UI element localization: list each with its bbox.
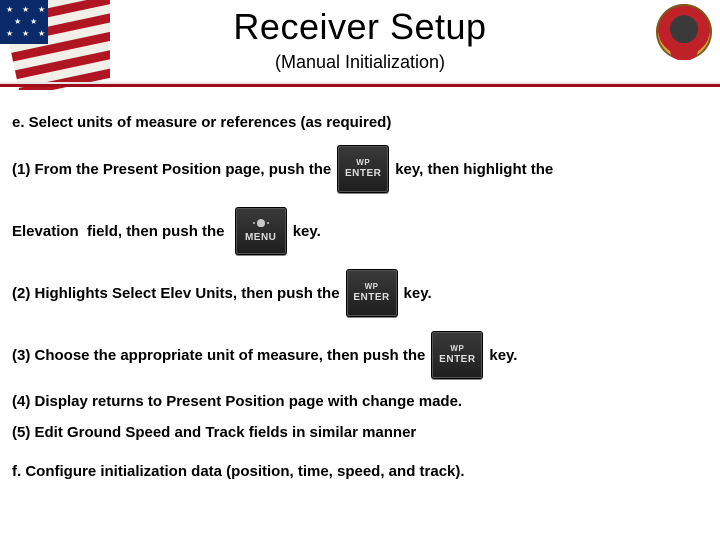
step-2-line: (2) Highlights Select Elev Units, then p…: [12, 269, 702, 317]
content-body: e. Select units of measure or references…: [12, 100, 702, 494]
key-main-label: ENTER: [439, 355, 475, 365]
text: e. Select units of measure or references…: [12, 114, 391, 131]
menu-key-icon: MENU: [235, 207, 287, 255]
text: key.: [404, 285, 432, 302]
key-main-label: MENU: [245, 233, 276, 243]
slide: ★ ★ ★ ★ ★ ★ ★ ★ Receiver Setup (Manual I…: [0, 0, 720, 540]
section-e-heading: e. Select units of measure or references…: [12, 114, 702, 131]
enter-key-icon: WP ENTER: [431, 331, 483, 379]
step-3-line: (3) Choose the appropriate unit of measu…: [12, 331, 702, 379]
text: f. Configure initialization data (positi…: [12, 463, 465, 480]
page-subtitle: (Manual Initialization): [0, 52, 720, 73]
key-top-label: WP: [450, 345, 464, 353]
text: key.: [489, 347, 517, 364]
text: (2) Highlights Select Elev Units, then p…: [12, 285, 340, 302]
step-4-line: (4) Display returns to Present Position …: [12, 393, 702, 410]
step-1-line: (1) From the Present Position page, push…: [12, 145, 702, 193]
step-1-cont-line: Elevation field, then push the MENU key.: [12, 207, 702, 255]
text: Elevation field, then push the: [12, 223, 229, 240]
key-main-label: ENTER: [353, 293, 389, 303]
divider: [0, 84, 720, 87]
text: (1) From the Present Position page, push…: [12, 161, 331, 178]
section-f-heading: f. Configure initialization data (positi…: [12, 463, 702, 480]
text: key.: [293, 223, 321, 240]
page-title: Receiver Setup: [0, 6, 720, 48]
enter-key-icon: WP ENTER: [337, 145, 389, 193]
text: (5) Edit Ground Speed and Track fields i…: [12, 424, 416, 441]
text: key, then highlight the: [395, 161, 553, 178]
text: (3) Choose the appropriate unit of measu…: [12, 347, 425, 364]
key-main-label: ENTER: [345, 169, 381, 179]
enter-key-icon: WP ENTER: [346, 269, 398, 317]
text: (4) Display returns to Present Position …: [12, 393, 462, 410]
step-5-line: (5) Edit Ground Speed and Track fields i…: [12, 424, 702, 441]
key-top-label: WP: [356, 159, 370, 167]
key-top-label: WP: [365, 283, 379, 291]
lightbulb-icon: [253, 219, 269, 231]
